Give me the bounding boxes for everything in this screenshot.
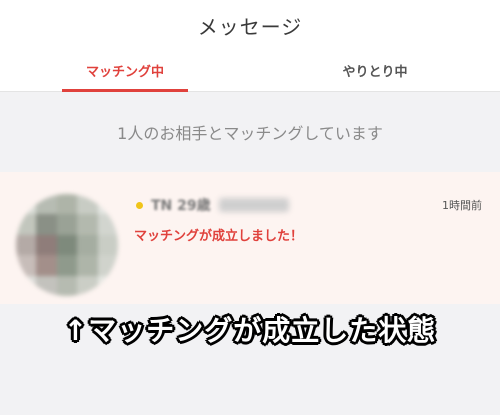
app-header: メッセージ <box>0 0 500 50</box>
blurred-name-area <box>218 198 289 212</box>
match-name: TN 29歳 <box>151 198 211 214</box>
page-title: メッセージ <box>197 14 303 39</box>
match-count-text: 1人のお相手とマッチングしています <box>117 124 383 143</box>
tab-bar: マッチング中 やりとり中 <box>0 50 500 92</box>
match-name-line: TN 29歳 <box>136 196 289 214</box>
tab-chatting[interactable]: やりとり中 <box>250 50 500 91</box>
tab-matching-label: マッチング中 <box>85 65 164 80</box>
tab-matching[interactable]: マッチング中 <box>0 50 250 92</box>
caption-annotation: ↑マッチングが成立した状態 <box>63 314 437 347</box>
avatar <box>16 194 118 296</box>
tab-chatting-label: やりとり中 <box>342 65 408 80</box>
match-time: 1時間前 <box>442 199 482 212</box>
match-message: マッチングが成立しました！ <box>134 229 304 244</box>
status-dot-icon <box>136 201 143 209</box>
